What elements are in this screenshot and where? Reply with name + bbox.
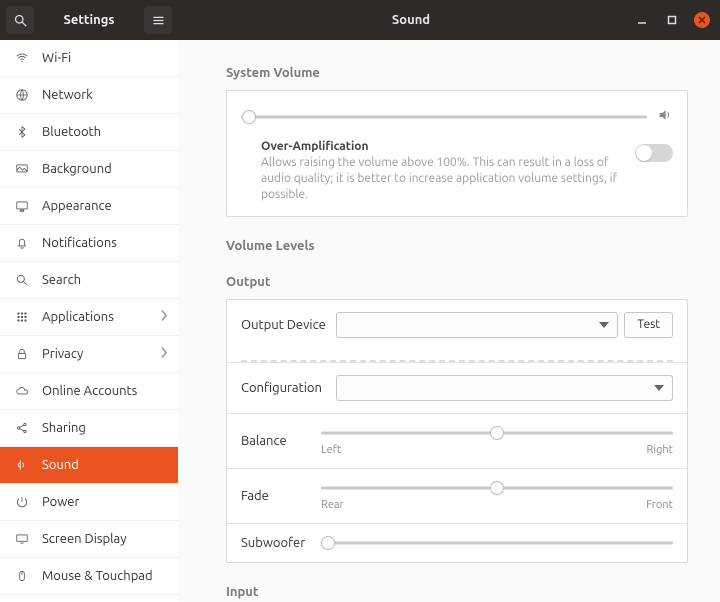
system-volume-panel: Over-Amplification Allows raising the vo… [226, 90, 688, 217]
sidebar-item-background[interactable]: Background [0, 151, 178, 188]
display-icon [14, 531, 30, 547]
sidebar-item-label: Online Accounts [42, 384, 137, 398]
sidebar-item-label: Applications [42, 310, 114, 324]
sidebar-item-label: Privacy [42, 347, 83, 361]
content[interactable]: System Volume Over-Amplification Allows … [178, 40, 720, 602]
configuration-label: Configuration [241, 381, 336, 395]
sidebar-item-screen-display[interactable]: Screen Display [0, 521, 178, 558]
sidebar-item-label: Sound [42, 458, 79, 472]
window-controls [634, 12, 710, 28]
fade-label: Fade [241, 489, 321, 503]
over-amp-title: Over-Amplification [261, 140, 623, 153]
minimize-button[interactable] [634, 12, 650, 28]
sidebar-item-sharing[interactable]: Sharing [0, 410, 178, 447]
output-heading: Output [226, 275, 688, 289]
sidebar-item-label: Power [42, 495, 79, 509]
sidebar-item-label: Notifications [42, 236, 117, 250]
mouse-icon [14, 568, 30, 584]
balance-right-label: Right [647, 444, 673, 456]
sidebar-item-label: Network [42, 88, 93, 102]
sidebar-item-mouse-touchpad[interactable]: Mouse & Touchpad [0, 558, 178, 595]
sidebar-item-applications[interactable]: Applications [0, 299, 178, 336]
wifi-icon [14, 50, 30, 66]
grid-icon [14, 309, 30, 325]
bell-icon [14, 235, 30, 251]
fade-front-label: Front [646, 499, 673, 511]
appearance-icon [14, 198, 30, 214]
titlebar: Settings Sound [0, 0, 720, 40]
over-amp-switch[interactable] [635, 144, 673, 162]
output-device-label: Output Device [241, 318, 336, 332]
sidebar-item-label: Sharing [42, 421, 86, 435]
background-icon [14, 161, 30, 177]
sidebar-item-wifi[interactable]: Wi-Fi [0, 40, 178, 77]
fade-rear-label: Rear [321, 499, 344, 511]
system-volume-slider[interactable] [241, 110, 647, 124]
subwoofer-slider[interactable] [321, 536, 673, 550]
sidebar-item-notifications[interactable]: Notifications [0, 225, 178, 262]
search-icon [14, 272, 30, 288]
volume-levels-heading: Volume Levels [226, 239, 688, 253]
sidebar-item-bluetooth[interactable]: Bluetooth [0, 114, 178, 151]
test-button[interactable]: Test [624, 312, 673, 338]
configuration-combo[interactable] [336, 375, 673, 401]
sidebar-item-label: Appearance [42, 199, 112, 213]
sidebar-item-keyboard[interactable]: Keyboard Shortcuts [0, 595, 178, 602]
sidebar-item-label: Search [42, 273, 81, 287]
app-title: Settings [40, 13, 138, 27]
balance-label: Balance [241, 434, 321, 448]
sidebar-item-label: Screen Display [42, 532, 126, 546]
share-icon [14, 420, 30, 436]
sidebar: Wi-Fi Network Bluetooth Background Appea… [0, 40, 178, 602]
sidebar-item-power[interactable]: Power [0, 484, 178, 521]
chevron-right-icon [160, 347, 168, 362]
sidebar-item-search[interactable]: Search [0, 262, 178, 299]
network-icon [14, 87, 30, 103]
sidebar-item-network[interactable]: Network [0, 77, 178, 114]
over-amp-desc: Allows raising the volume above 100%. Th… [261, 155, 623, 204]
output-device-combo[interactable] [336, 312, 618, 338]
sidebar-item-appearance[interactable]: Appearance [0, 188, 178, 225]
page-title: Sound [188, 13, 634, 27]
balance-left-label: Left [321, 444, 341, 456]
titlebar-right: Sound [178, 0, 720, 40]
sound-icon [14, 457, 30, 473]
subwoofer-label: Subwoofer [241, 536, 321, 550]
balance-slider[interactable] [321, 426, 673, 440]
titlebar-left: Settings [0, 0, 178, 40]
sidebar-item-label: Bluetooth [42, 125, 101, 139]
maximize-button[interactable] [664, 12, 680, 28]
sidebar-item-sound[interactable]: Sound [0, 447, 178, 484]
system-volume-heading: System Volume [226, 66, 688, 80]
speaker-icon [657, 107, 673, 126]
sidebar-item-privacy[interactable]: Privacy [0, 336, 178, 373]
power-icon [14, 494, 30, 510]
bluetooth-icon [14, 124, 30, 140]
sidebar-item-label: Mouse & Touchpad [42, 569, 153, 583]
close-button[interactable] [694, 12, 710, 28]
output-panel: Output Device Test Configuration Balance… [226, 299, 688, 563]
input-heading: Input [226, 585, 688, 599]
fade-slider[interactable] [321, 481, 673, 495]
menu-button[interactable] [144, 6, 172, 34]
sidebar-item-label: Background [42, 162, 112, 176]
lock-icon [14, 346, 30, 362]
search-button[interactable] [6, 6, 34, 34]
chevron-right-icon [160, 310, 168, 325]
sidebar-item-online-accounts[interactable]: Online Accounts [0, 373, 178, 410]
cloud-icon [14, 383, 30, 399]
sidebar-item-label: Wi-Fi [42, 51, 71, 65]
